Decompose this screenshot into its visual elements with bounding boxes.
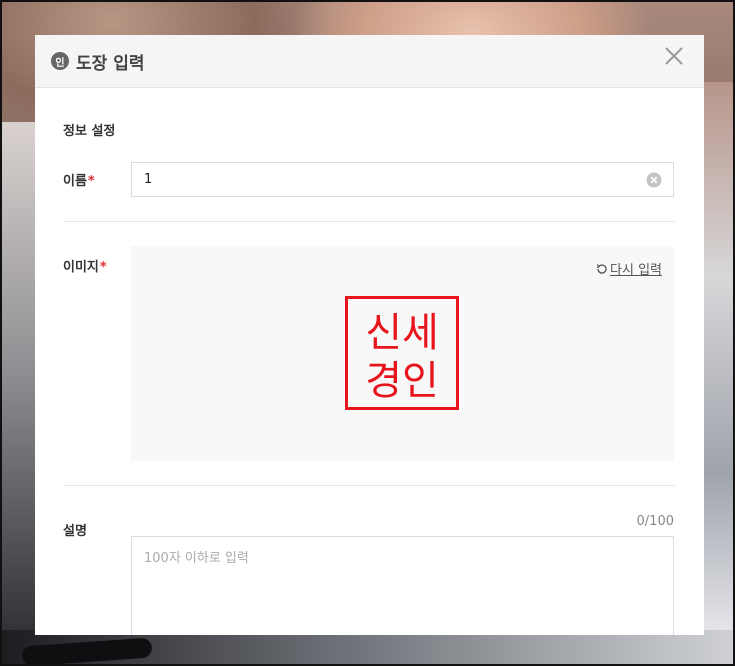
close-button[interactable] [662, 44, 686, 68]
name-row: 이름* [63, 162, 675, 197]
char-counter: 0/100 [636, 514, 674, 529]
screen-frame: 인 도장 입력 정보 설정 이름* 1 이미지* 다시 입력 신세 경인 설명 … [0, 0, 735, 666]
background-photo-right [701, 82, 733, 642]
seal-text-top: 신세 [365, 310, 439, 356]
image-row: 이미지* 다시 입력 신세 경인 [63, 246, 675, 461]
divider [63, 221, 675, 222]
seal-image: 신세 경인 [345, 296, 459, 410]
reset-arrow-icon [596, 263, 607, 274]
section-title: 정보 설정 [63, 124, 116, 139]
reset-label: 다시 입력 [610, 263, 662, 278]
image-label: 이미지* [63, 246, 131, 461]
dialog-title: 도장 입력 [76, 53, 145, 74]
name-label-text: 이름 [63, 174, 87, 189]
clear-circle-icon [646, 172, 662, 188]
background-photo-left [2, 122, 36, 642]
divider [63, 485, 675, 486]
dialog-body: 정보 설정 이름* 이미지* [35, 120, 704, 635]
seal-input-dialog: 인 도장 입력 정보 설정 이름* 1 이미지* 다시 입력 신세 경인 설명 … [35, 35, 704, 635]
name-input[interactable] [132, 171, 626, 188]
image-label-text: 이미지 [63, 260, 99, 275]
description-row: 설명 0/100 [63, 514, 675, 635]
clear-button[interactable] [646, 172, 662, 188]
description-label: 설명 [63, 524, 87, 539]
seal-text-bottom: 경인 [365, 358, 439, 404]
seal-image-area[interactable]: 다시 입력 신세 경인 [131, 246, 674, 461]
close-icon [665, 47, 683, 65]
description-field: 0/100 [131, 514, 674, 635]
description-textarea[interactable] [131, 536, 674, 635]
required-mark: * [87, 174, 95, 189]
name-field [131, 162, 674, 197]
name-label: 이름* [63, 170, 131, 189]
reset-button[interactable]: 다시 입력 [596, 259, 662, 278]
required-mark: * [99, 260, 107, 275]
seal-badge-icon: 인 [51, 52, 69, 70]
dialog-header: 인 도장 입력 [35, 35, 704, 88]
